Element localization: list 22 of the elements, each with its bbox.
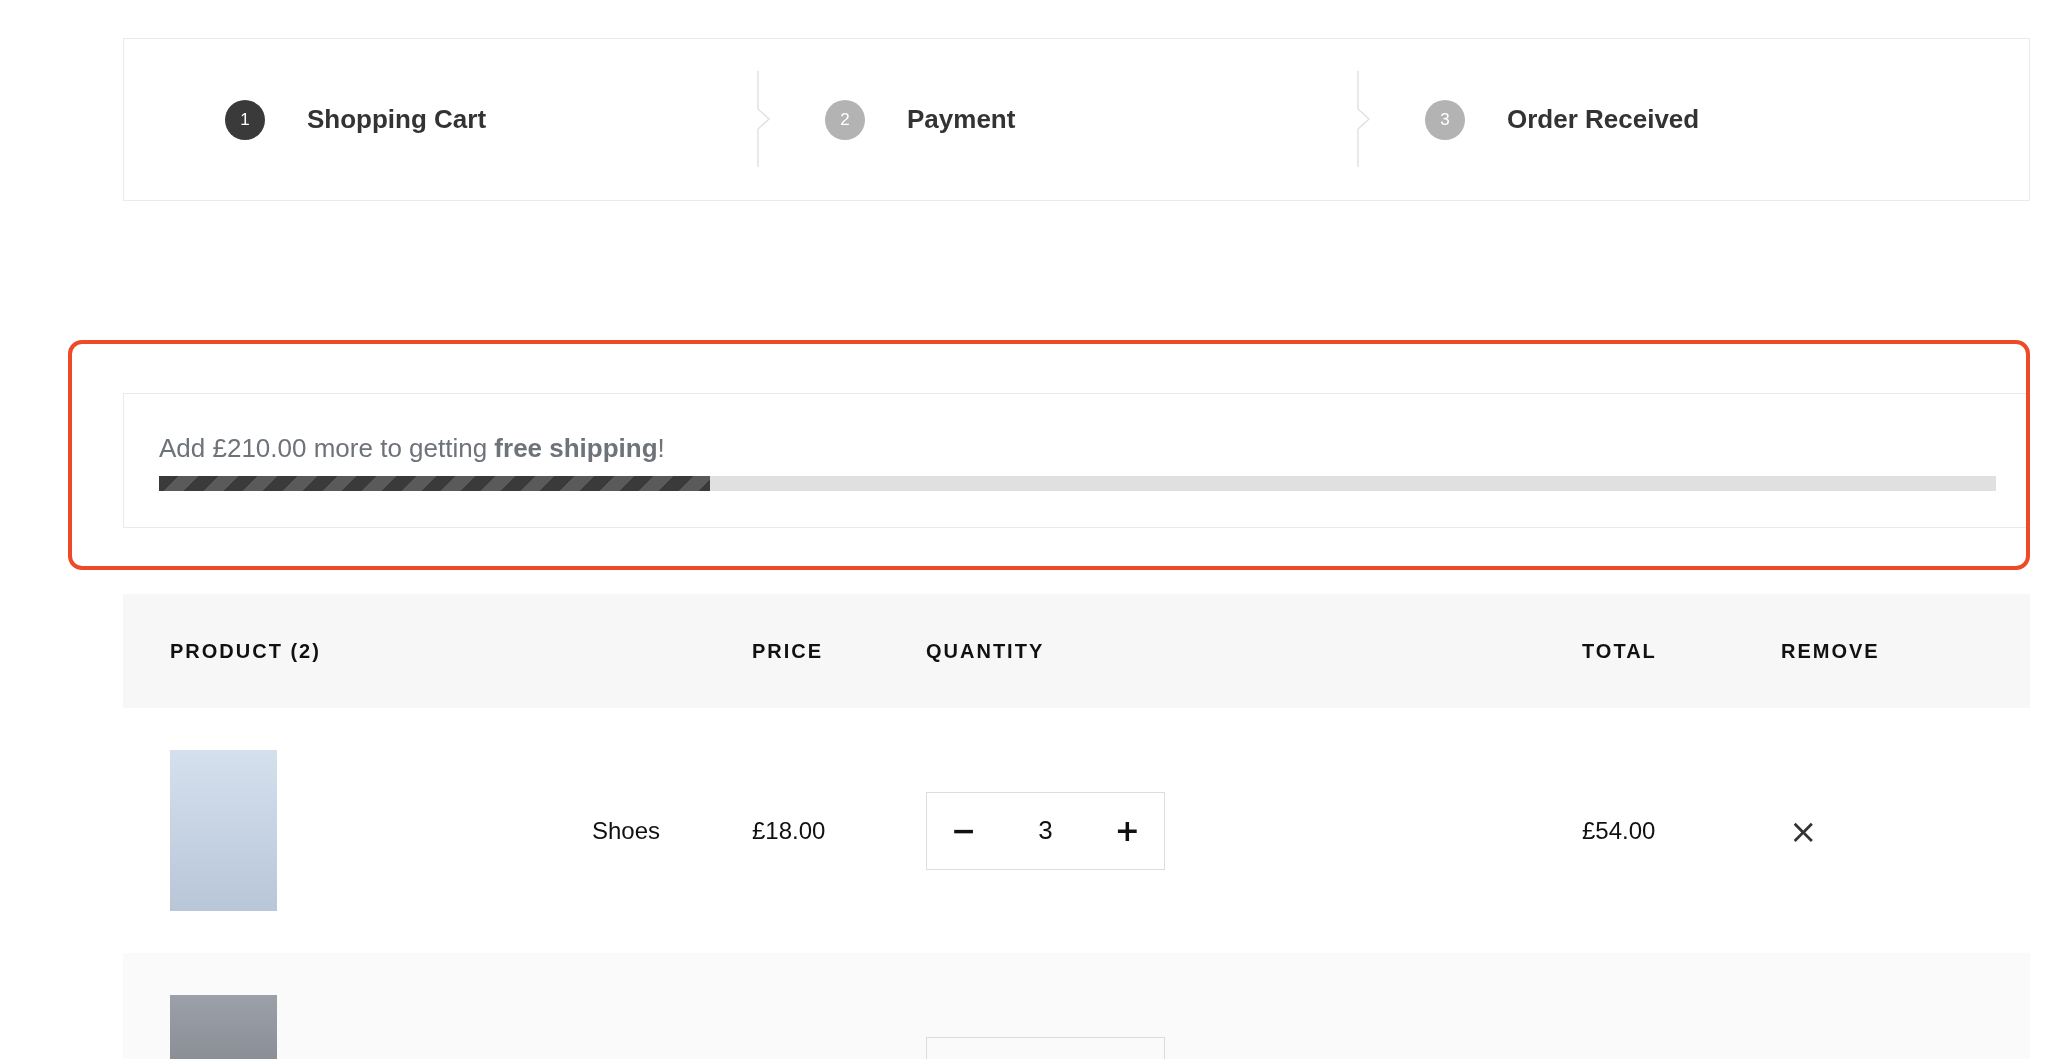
step-label: Order Received bbox=[1507, 104, 1700, 135]
column-header: PRODUCT (2) bbox=[170, 639, 322, 663]
quantity-value: 3 bbox=[1038, 815, 1053, 846]
step-number: 3 bbox=[1425, 99, 1465, 140]
step-divider-icon bbox=[757, 71, 771, 167]
product-name: Shoes bbox=[592, 816, 661, 844]
free-shipping-message: Add £210.00 more to getting free shipping! bbox=[159, 432, 666, 464]
column-header: TOTAL bbox=[1582, 639, 1658, 663]
column-header: QUANTITY bbox=[926, 639, 1046, 663]
column-header: REMOVE bbox=[1781, 639, 1881, 663]
price-cell: £18.00 bbox=[752, 816, 826, 844]
increase-button[interactable]: + bbox=[1108, 813, 1146, 848]
column-header: PRICE bbox=[752, 639, 825, 663]
step-number: 2 bbox=[825, 99, 865, 140]
step-number: 1 bbox=[225, 99, 265, 140]
total-cell: £54.00 bbox=[1582, 816, 1656, 844]
decrease-button[interactable]: − bbox=[945, 813, 983, 848]
step-label: Shopping Cart bbox=[307, 104, 487, 135]
step-divider-icon bbox=[1357, 71, 1371, 167]
remove-button[interactable]: × bbox=[1789, 813, 1818, 848]
quantity-stepper[interactable]: − 3 + bbox=[926, 791, 1165, 870]
step-label: Payment bbox=[907, 104, 1016, 135]
